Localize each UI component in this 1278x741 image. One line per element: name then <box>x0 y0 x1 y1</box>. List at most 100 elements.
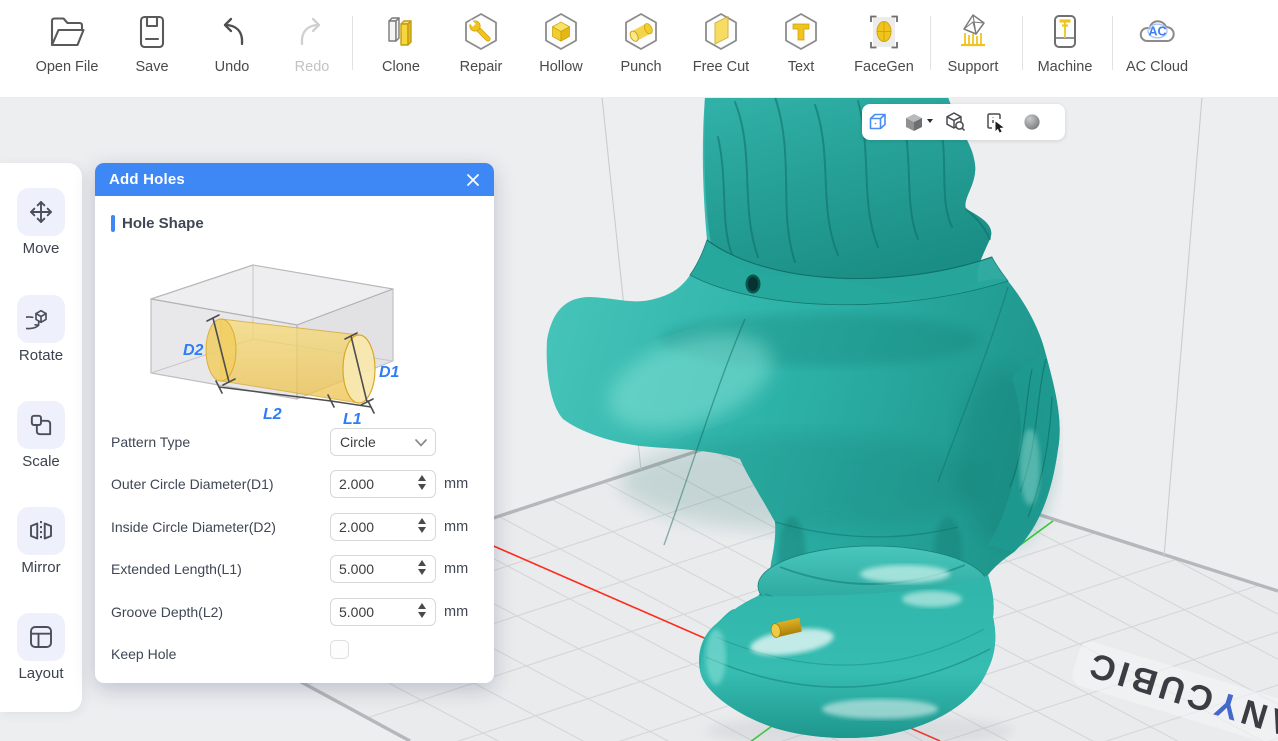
mirror-icon <box>30 521 52 541</box>
render-mode-icon[interactable] <box>1020 110 1048 134</box>
inside-diameter-input[interactable] <box>339 513 409 540</box>
keep-hole-checkbox[interactable] <box>330 640 349 659</box>
application-window: ANYCUBIC Open File Save Undo Redo Clone … <box>0 0 1278 741</box>
view-toolbar <box>862 104 1065 140</box>
ac-cloud-button[interactable]: AC AC Cloud <box>1117 8 1197 92</box>
rotate-icon <box>26 309 47 330</box>
facegen-icon <box>870 15 898 49</box>
extended-length-stepper[interactable] <box>418 560 428 580</box>
move-icon <box>30 201 52 223</box>
punch-button[interactable]: Punch <box>601 8 681 92</box>
toolbar-divider <box>352 16 353 70</box>
sidebar-item-rotate[interactable]: Rotate <box>0 295 82 364</box>
toolbar-label: Text <box>787 59 815 75</box>
outer-diameter-row: Outer Circle Diameter(D1) mm <box>111 470 481 498</box>
toolbar-label: Redo <box>294 59 330 75</box>
unit-label: mm <box>444 518 469 535</box>
diagram-label-d1: D1 <box>379 364 400 381</box>
keep-hole-label: Keep Hole <box>111 646 177 662</box>
perspective-view-icon[interactable] <box>866 110 894 134</box>
sidebar-item-layout[interactable]: Layout <box>0 613 82 682</box>
spinner-down-icon[interactable] <box>418 484 426 490</box>
layout-icon <box>30 626 52 648</box>
free-cut-icon <box>705 13 737 50</box>
save-icon <box>139 15 165 49</box>
groove-depth-row: Groove Depth(L2) mm <box>111 597 481 626</box>
toolbar-label: Open File <box>35 59 99 75</box>
dialog-titlebar[interactable]: Add Holes <box>95 163 494 196</box>
toolbar-label: FaceGen <box>854 59 914 75</box>
repair-icon <box>465 13 497 50</box>
punch-icon <box>625 13 657 50</box>
spinner-down-icon[interactable] <box>418 569 426 575</box>
clone-icon <box>388 17 412 46</box>
sidebar-item-mirror[interactable]: Mirror <box>0 507 82 576</box>
sidebar-item-scale[interactable]: Scale <box>0 401 82 470</box>
open-file-icon <box>50 17 85 47</box>
main-toolbar: Open File Save Undo Redo Clone Repair Ho… <box>0 0 1278 98</box>
toolbar-label: Clone <box>382 59 420 75</box>
pattern-type-label: Pattern Type <box>111 434 191 450</box>
groove-depth-stepper[interactable] <box>418 602 428 623</box>
section-title: Hole Shape <box>122 215 204 232</box>
spinner-down-icon[interactable] <box>418 526 426 533</box>
machine-icon <box>1054 15 1076 48</box>
inside-diameter-stepper[interactable] <box>418 517 428 538</box>
chevron-down-icon <box>415 439 427 447</box>
toolbar-divider <box>930 16 931 70</box>
extended-length-input[interactable] <box>339 556 409 582</box>
undo-button[interactable]: Undo <box>192 8 272 92</box>
text-icon <box>785 13 817 50</box>
dialog-title: Add Holes <box>109 171 185 188</box>
clone-button[interactable]: Clone <box>361 8 441 92</box>
outer-diameter-stepper[interactable] <box>418 475 428 495</box>
hollow-button[interactable]: Hollow <box>521 8 601 92</box>
free-cut-button[interactable]: Free Cut <box>681 8 761 92</box>
pattern-type-value: Circle <box>340 434 376 450</box>
facegen-button[interactable]: FaceGen <box>844 8 924 92</box>
field-label: Groove Depth(L2) <box>111 603 224 620</box>
section-accent-bar <box>111 215 115 232</box>
sidebar-label: Scale <box>22 453 60 470</box>
undo-icon <box>223 17 244 46</box>
spinner-down-icon[interactable] <box>418 611 426 618</box>
spinner-up-icon[interactable] <box>418 602 426 609</box>
keep-hole-row: Keep Hole <box>111 640 481 668</box>
field-label: Outer Circle Diameter(D1) <box>111 476 274 492</box>
toolbar-label: Undo <box>214 59 250 75</box>
toolbar-label: Punch <box>620 59 662 75</box>
ac-cloud-icon: AC <box>1139 20 1175 43</box>
toolbar-label: AC Cloud <box>1125 59 1189 75</box>
zoom-model-icon[interactable] <box>943 110 971 134</box>
sidebar-label: Rotate <box>18 347 64 364</box>
open-file-button[interactable]: Open File <box>27 8 107 92</box>
redo-button[interactable]: Redo <box>272 8 352 92</box>
outer-diameter-input[interactable] <box>339 471 409 497</box>
pick-info-icon[interactable] <box>983 110 1011 134</box>
inside-diameter-row: Inside Circle Diameter(D2) mm <box>111 512 481 541</box>
diagram-label-l1: L1 <box>343 411 362 425</box>
save-button[interactable]: Save <box>112 8 192 92</box>
sidebar-item-move[interactable]: Move <box>0 188 82 257</box>
spinner-up-icon[interactable] <box>418 560 426 566</box>
existing-hole <box>745 274 761 294</box>
toolbar-label: Support <box>947 59 999 75</box>
hole-shape-diagram: D2 D1 L2 L1 <box>150 264 400 425</box>
shading-mode-icon[interactable] <box>903 110 937 134</box>
text-button[interactable]: Text <box>761 8 841 92</box>
pattern-type-select[interactable]: Circle <box>330 428 436 456</box>
support-icon <box>961 14 985 47</box>
spinner-up-icon[interactable] <box>418 475 426 481</box>
spinner-up-icon[interactable] <box>418 517 426 524</box>
repair-button[interactable]: Repair <box>441 8 521 92</box>
close-icon[interactable] <box>462 169 484 191</box>
groove-depth-input[interactable] <box>339 598 409 625</box>
redo-icon <box>300 17 321 46</box>
transform-sidebar: Move Rotate Scale Mirror Layout <box>0 163 82 712</box>
machine-button[interactable]: Machine <box>1025 8 1105 92</box>
unit-label: mm <box>444 603 469 620</box>
unit-label: mm <box>444 476 469 492</box>
support-button[interactable]: Support <box>933 8 1013 92</box>
toolbar-label: Machine <box>1037 59 1093 75</box>
hollow-icon <box>545 13 577 50</box>
